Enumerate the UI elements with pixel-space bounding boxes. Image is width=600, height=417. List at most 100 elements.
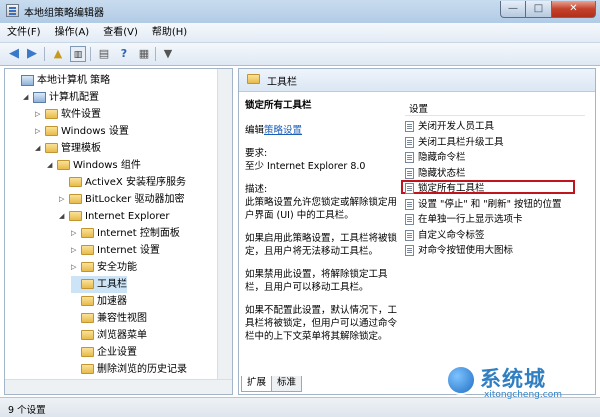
description-line: 如果禁用此设置，将解除锁定工具 [245, 269, 388, 280]
watermark: 系统城 xitongcheng.com [446, 363, 586, 411]
settings-column-header[interactable]: 设置 [409, 101, 428, 115]
maximize-button[interactable]: □ [526, 1, 552, 18]
tree-node[interactable]: 本地计算机 策略 [11, 72, 110, 89]
tree-node[interactable]: ▷ 安全功能 [71, 259, 137, 276]
tree-node-label: 删除浏览的历史记录 [97, 364, 187, 375]
policy-setting-icon [405, 121, 414, 132]
details-pane: 工具栏 锁定所有工具栏 编辑策略设置 要求: 至少 Internet Explo… [238, 68, 596, 395]
watermark-subtext: xitongcheng.com [484, 390, 562, 400]
tree-expander-icon[interactable]: ◢ [47, 157, 55, 174]
setting-label: 自定义命令标签 [418, 229, 485, 241]
tree-expander-icon[interactable]: ▷ [71, 259, 79, 276]
tree-node-label: 软件设置 [61, 109, 101, 120]
setting-row[interactable]: 设置 "停止" 和 "刷新" 按钮的位置 [405, 197, 562, 212]
filter-icon[interactable]: ▼ [160, 46, 176, 62]
policy-title: 锁定所有工具栏 [245, 100, 312, 111]
folder-icon [81, 279, 94, 289]
back-arrow-icon[interactable]: ◀ [6, 46, 22, 62]
setting-row[interactable]: 隐藏状态栏 [405, 166, 466, 181]
tab-standard[interactable]: 标准 [271, 376, 303, 392]
up-folder-icon[interactable]: ▲ [50, 46, 66, 62]
setting-label: 隐藏命令栏 [418, 152, 466, 163]
computer-icon [33, 92, 46, 103]
description-paragraphs: 此策略设置允许您锁定或解除锁定用 户界面 (UI) 中的工具栏。 如果启用此策略设置… [245, 196, 398, 343]
folder-icon [81, 364, 94, 374]
tree-node[interactable]: ◢ 计算机配置 [23, 89, 99, 106]
description-line: 具栏将被锁定，但用户可以通过命令 [245, 318, 398, 329]
tree-expander-icon[interactable]: ◢ [59, 208, 67, 225]
forward-arrow-icon[interactable]: ▶ [24, 46, 40, 62]
description-line: 如果启用此策略设置，工具栏将被锁 [245, 233, 398, 244]
tree-vertical-scrollbar[interactable] [217, 69, 232, 394]
description-line: 栏，且用户可以移动工具栏。 [245, 282, 369, 293]
tree-node[interactable]: 浏览器菜单 [71, 327, 147, 344]
folder-icon [69, 177, 82, 187]
folder-icon [81, 330, 94, 340]
tree-node[interactable]: ▷ Internet 控制面板 [71, 225, 180, 242]
tree-node[interactable]: ◢ Internet Explorer [59, 208, 170, 225]
tree-node[interactable]: 兼容性视图 [71, 310, 147, 327]
folder-icon [81, 228, 94, 238]
tree-node-label: Windows 设置 [61, 126, 129, 137]
setting-label: 锁定所有工具栏 [418, 183, 485, 194]
requirement-label: 要求: [245, 148, 268, 159]
console-tree: ▷Internet Information Services▷应用程序兼容性隐私… [4, 68, 233, 395]
folder-icon [57, 160, 70, 170]
setting-label: 关闭开发人员工具 [418, 121, 495, 132]
close-button[interactable]: ✕ [552, 1, 596, 18]
tab-extended[interactable]: 扩展 [241, 376, 273, 392]
title-bar[interactable]: 本地组策略编辑器 — □ ✕ [0, 0, 600, 22]
tree-node[interactable]: 删除浏览的历史记录 [71, 361, 187, 378]
tree-expander-icon[interactable]: ▷ [35, 123, 43, 140]
tree-expander-icon[interactable]: ◢ [35, 140, 43, 157]
tree-node-label: 本地计算机 策略 [37, 75, 111, 86]
tree-node-label: Windows 组件 [73, 160, 141, 171]
tree-node-label: 浏览器菜单 [97, 330, 147, 341]
tree-node-label: Internet 控制面板 [97, 228, 180, 239]
folder-icon [81, 245, 94, 255]
tree-node[interactable]: 企业设置 [71, 344, 137, 361]
tree-node-label: Internet 设置 [97, 245, 160, 256]
tree-node-label: 计算机配置 [49, 92, 99, 103]
setting-row[interactable]: 关闭开发人员工具 [405, 119, 494, 134]
setting-row[interactable]: 隐藏命令栏 [405, 150, 466, 165]
tree-node[interactable]: ▷ Windows 设置 [35, 123, 129, 140]
tree-expander-icon[interactable]: ▷ [59, 191, 67, 208]
show-scope-icon[interactable]: ▦ [136, 46, 152, 62]
tree-expander-icon[interactable]: ▷ [71, 242, 79, 259]
properties-icon[interactable]: ▤ [96, 46, 112, 62]
tree-node[interactable]: ▷ 软件设置 [35, 106, 101, 123]
setting-row[interactable]: 对命令按钮使用大图标 [405, 243, 513, 258]
tree-node[interactable]: 加速器 [71, 293, 127, 310]
tree-node[interactable]: ◢ 管理模板 [35, 140, 101, 157]
tree-node[interactable]: ▷ Internet 设置 [71, 242, 160, 259]
computer-icon [21, 75, 34, 86]
help-icon[interactable]: ? [116, 46, 132, 62]
tree-horizontal-scrollbar[interactable] [5, 379, 232, 394]
setting-row[interactable]: 关闭工具栏升级工具 [405, 135, 504, 150]
setting-row[interactable]: 锁定所有工具栏 [405, 181, 485, 196]
setting-row[interactable]: 在单独一行上显示选项卡 [405, 212, 523, 227]
setting-row[interactable]: 自定义命令标签 [405, 228, 485, 243]
menu-action[interactable]: 操作(A) [48, 23, 97, 42]
show-hide-console-tree-icon[interactable]: ▥ [70, 46, 86, 62]
tree-expander-icon[interactable]: ◢ [23, 89, 31, 106]
tree-expander-icon[interactable]: ▷ [71, 225, 79, 242]
folder-icon [247, 74, 260, 84]
menu-help[interactable]: 帮助(H) [145, 23, 194, 42]
tree-node[interactable]: ActiveX 安装程序服务 [59, 174, 186, 191]
minimize-button[interactable]: — [500, 1, 526, 18]
policy-setting-icon [405, 229, 414, 241]
edit-policy-link[interactable]: 策略设置 [264, 125, 302, 136]
tree-node[interactable]: ▷ BitLocker 驱动器加密 [59, 191, 184, 208]
tree-expander-icon[interactable]: ▷ [35, 106, 43, 123]
tree-node[interactable]: ◢ Windows 组件 [47, 157, 141, 174]
tree-node-label: 兼容性视图 [97, 313, 147, 324]
folder-icon [81, 262, 94, 272]
tree-node-label: BitLocker 驱动器加密 [85, 194, 185, 205]
window-title: 本地组策略编辑器 [24, 8, 104, 19]
menu-file[interactable]: 文件(F) [0, 23, 48, 42]
menu-view[interactable]: 查看(V) [96, 23, 145, 42]
tree-node[interactable]: 工具栏 [71, 276, 127, 293]
folder-icon [69, 211, 82, 221]
